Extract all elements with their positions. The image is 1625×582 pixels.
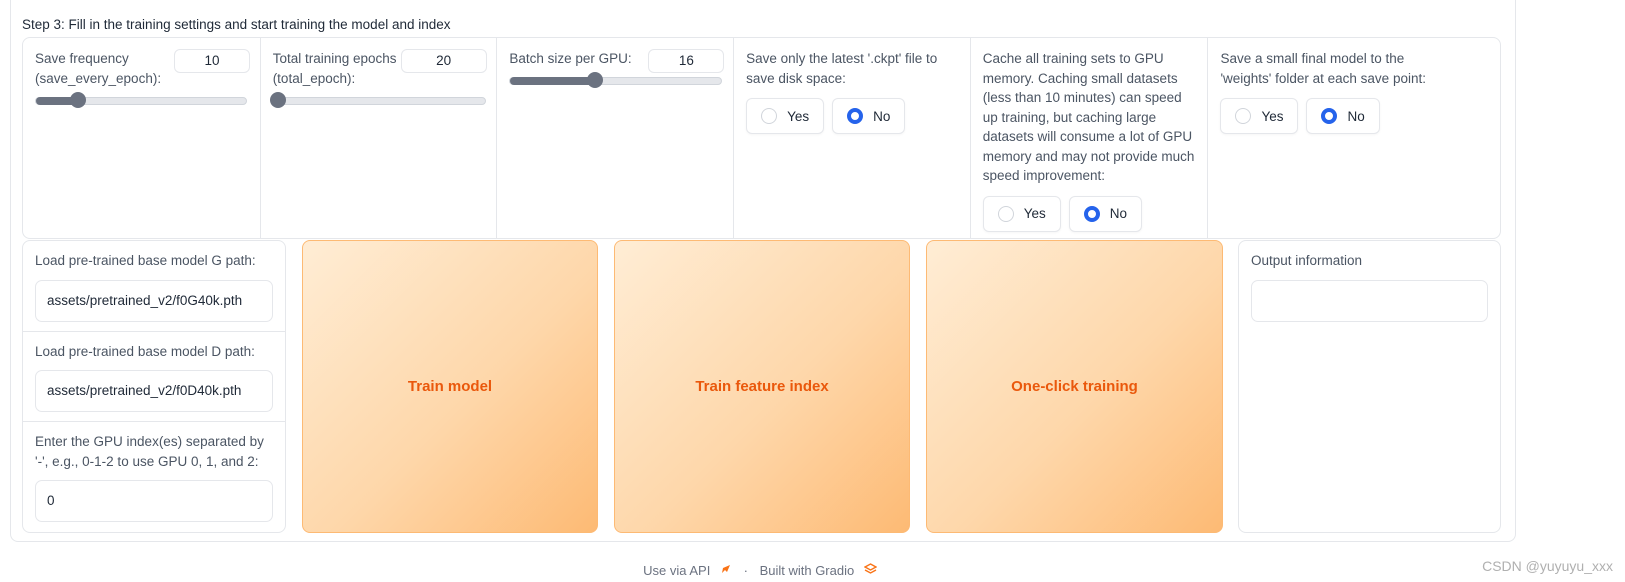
radio-selected-icon [847,108,864,124]
output-label: Output information [1251,253,1363,268]
save-small-model-label: Save a small final model to the 'weights… [1220,51,1426,86]
cache-gpu-radio-group: Yes No [982,195,1196,232]
slider-fill [510,77,595,85]
train-model-button[interactable]: Train model [302,240,598,533]
radio-label: Yes [1261,108,1284,124]
slider-thumb[interactable] [269,92,286,108]
radio-yes[interactable]: Yes [1220,98,1299,134]
gpu-index-label: Enter the GPU index(es) separated by '-'… [35,434,264,469]
cache-gpu-setting: Cache all training sets to GPU memory. C… [971,38,1209,238]
save-latest-ckpt-radio-group: Yes No [746,98,958,134]
d-path-input[interactable]: assets/pretrained_v2/f0D40k.pth [35,370,273,412]
save-latest-ckpt-label: Save only the latest '.ckpt' file to sav… [746,51,938,86]
output-panel: Output information [1238,240,1501,533]
save-frequency-slider[interactable] [35,92,247,108]
radio-label: No [1347,108,1365,124]
d-path-label: Load pre-trained base model D path: [35,343,255,359]
use-via-api-link[interactable]: Use via API [643,563,710,578]
radio-circle-icon [1235,108,1252,124]
footer-separator: · [743,563,748,579]
gpu-index-block: Enter the GPU index(es) separated by '-'… [23,422,285,531]
total-epochs-slider[interactable] [269,92,486,108]
radio-circle-icon [997,205,1014,222]
total-epochs-input[interactable]: 20 [400,49,487,73]
save-latest-ckpt-setting: Save only the latest '.ckpt' file to sav… [734,38,971,238]
batch-size-input[interactable]: 16 [648,49,725,73]
gradio-logo-icon [863,563,878,578]
settings-row: Save frequency (save_every_epoch): 10 To… [22,37,1501,239]
radio-label: No [1109,206,1128,221]
save-frequency-setting: Save frequency (save_every_epoch): 10 [23,38,261,238]
save-small-model-setting: Save a small final model to the 'weights… [1208,38,1500,238]
radio-selected-icon [1083,205,1100,222]
gpu-index-input[interactable]: 0 [35,480,273,522]
g-path-input[interactable]: assets/pretrained_v2/f0G40k.pth [35,279,273,322]
d-path-block: Load pre-trained base model D path: asse… [23,332,285,422]
slider-thumb[interactable] [70,92,86,108]
output-textbox[interactable] [1251,279,1488,322]
one-click-training-button[interactable]: One-click training [926,240,1223,533]
total-epochs-label: Total training epochs (total_epoch): [272,51,397,86]
rocket-icon [720,563,736,578]
radio-label: No [873,108,891,124]
radio-no[interactable]: No [1306,98,1380,134]
save-frequency-label: Save frequency (save_every_epoch): [35,51,162,86]
g-path-label: Load pre-trained base model G path: [35,253,256,268]
radio-no[interactable]: No [1068,195,1143,232]
save-small-model-radio-group: Yes No [1220,98,1488,134]
batch-size-slider[interactable] [509,72,723,88]
radio-circle-icon [761,108,778,124]
radio-selected-icon [1321,108,1338,124]
cache-gpu-label: Cache all training sets to GPU memory. C… [982,51,1195,183]
batch-size-setting: Batch size per GPU: 16 [497,38,735,238]
radio-yes[interactable]: Yes [982,195,1061,232]
step-title: Step 3: Fill in the training settings an… [22,17,451,32]
radio-no[interactable]: No [832,98,906,134]
total-epochs-setting: Total training epochs (total_epoch): 20 [261,38,498,238]
pretrained-paths-panel: Load pre-trained base model G path: asse… [22,240,286,533]
train-feature-index-button[interactable]: Train feature index [614,240,910,533]
save-frequency-input[interactable]: 10 [174,49,250,73]
radio-label: Yes [1023,206,1046,221]
radio-yes[interactable]: Yes [746,98,825,134]
built-with-gradio-link[interactable]: Built with Gradio [760,563,855,578]
g-path-block: Load pre-trained base model G path: asse… [23,241,285,332]
watermark: CSDN @yuyuyu_xxx [1482,558,1613,574]
footer: Use via API · Built with Gradio [0,562,1520,578]
slider-thumb[interactable] [586,72,603,88]
radio-label: Yes [787,108,810,124]
